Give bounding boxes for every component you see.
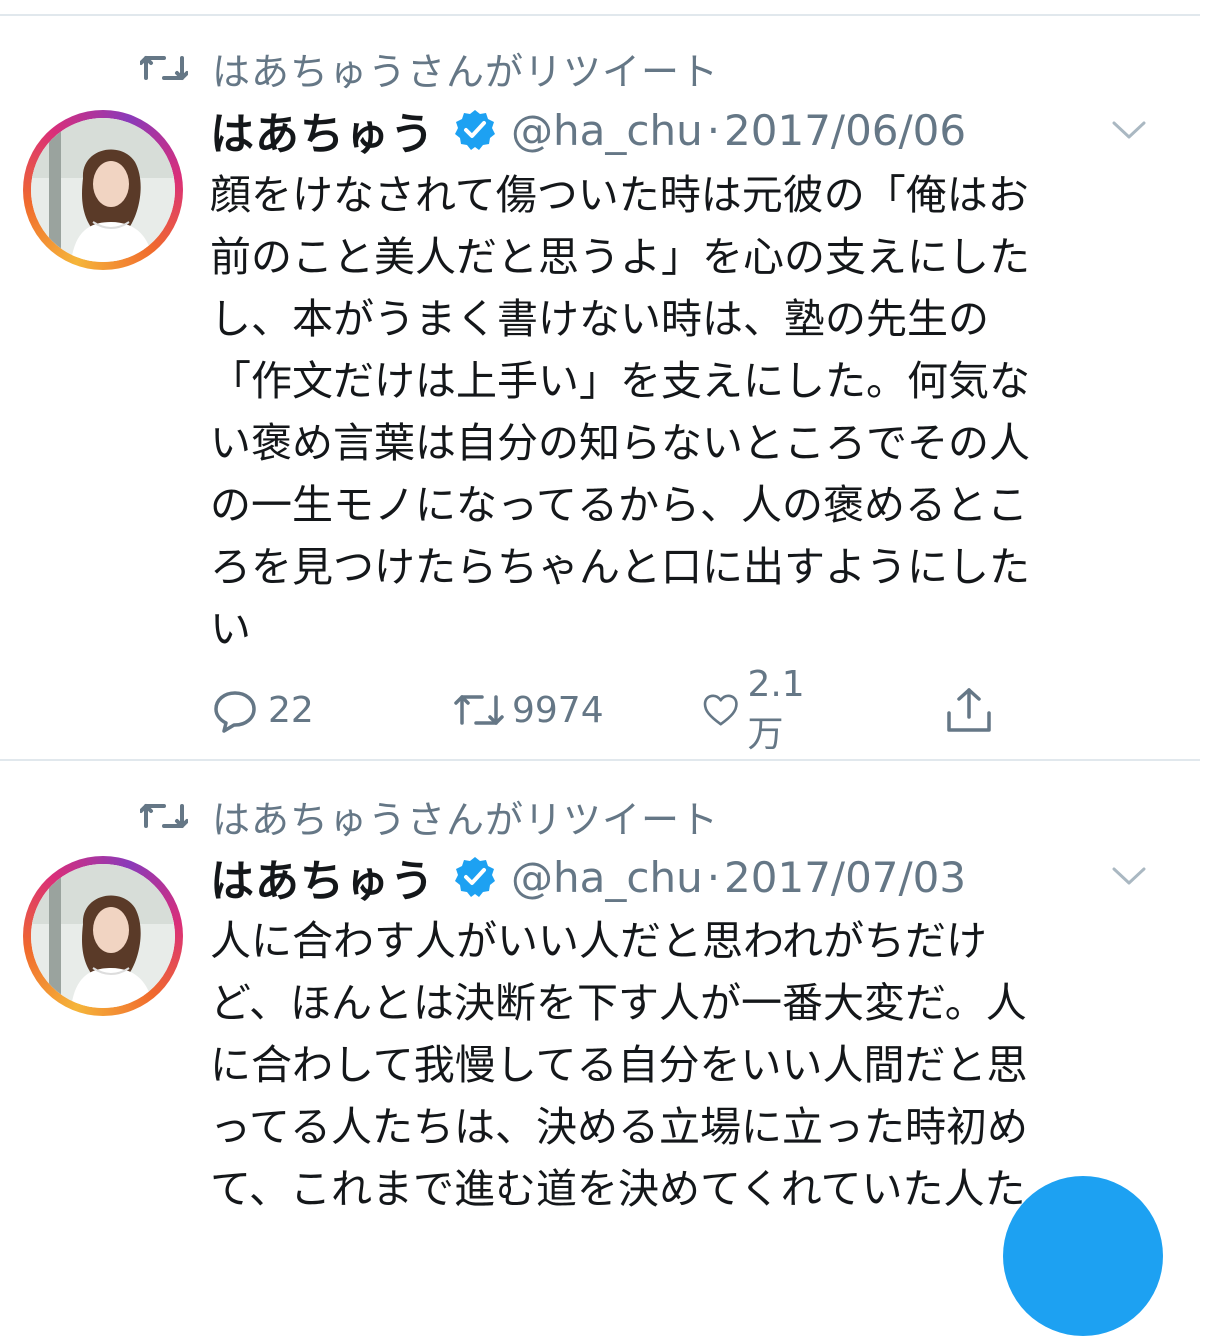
compose-fab[interactable] — [1003, 1176, 1163, 1336]
tweet-header: はあちゅう @ha_chu · 2017/07/03 — [210, 842, 966, 912]
retweet-context: はあちゅうさんがリツイート — [140, 786, 719, 846]
chevron-down-icon[interactable] — [1110, 864, 1148, 888]
tweet-2[interactable]: はあちゅうさんがリツイート はあちゅう @ha_chu · 2017/07/03 — [0, 0, 1224, 1224]
display-name[interactable]: はあちゅう — [210, 845, 435, 909]
tweet-text: 人に合わす人がいい人だと思われがちだけ ど、ほんとは決断を下す人が一番大変だ。人… — [210, 917, 1028, 1213]
timestamp[interactable]: 2017/07/03 — [724, 853, 966, 902]
avatar[interactable] — [23, 856, 183, 1016]
handle[interactable]: @ha_chu — [511, 853, 703, 902]
retweeted-by-label: はあちゅうさんがリツイート — [212, 797, 720, 842]
avatar-photo — [31, 864, 175, 1008]
verified-badge-icon — [455, 857, 495, 897]
separator: · — [706, 852, 721, 902]
retweet-icon — [140, 804, 188, 828]
